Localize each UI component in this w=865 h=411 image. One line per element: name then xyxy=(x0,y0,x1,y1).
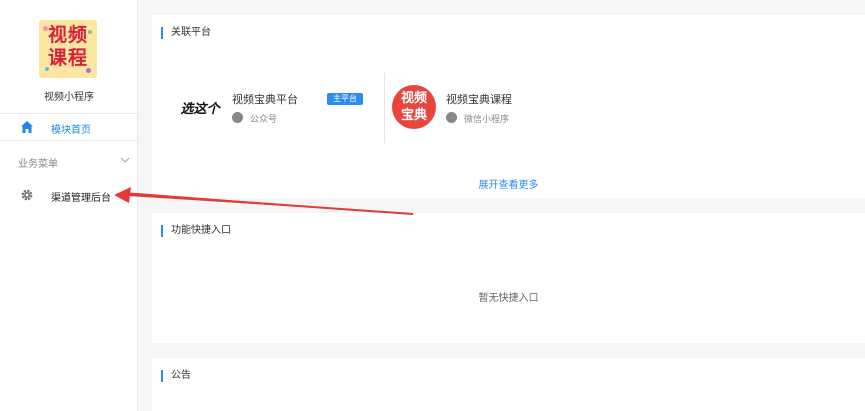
section-title: 关联平台 xyxy=(161,27,211,39)
platform-logo-text: 选这个 xyxy=(180,102,220,117)
nav-home[interactable]: 模块首页 xyxy=(0,113,138,141)
official-account-icon xyxy=(232,112,243,123)
app-logo: 视频课程 xyxy=(39,20,97,78)
linked-platforms-panel: 关联平台 选这个 视频宝典平台 主平台 公众号 视频宝典 视频宝典课程 微信小程… xyxy=(152,15,865,198)
platform-card[interactable]: 视频宝典 视频宝典课程 微信小程序 xyxy=(392,75,592,145)
section-title: 公告 xyxy=(161,370,191,382)
section-title: 功能快捷入口 xyxy=(161,225,231,237)
platform-name: 视频宝典平台 xyxy=(232,93,298,106)
platform-name: 视频宝典课程 xyxy=(446,93,512,106)
platform-logo: 视频宝典 xyxy=(392,85,436,129)
menu-item-channel-admin[interactable]: 渠道管理后台 xyxy=(0,183,138,209)
nav-home-label: 模块首页 xyxy=(51,125,91,136)
app-logo-text: 视频课程 xyxy=(48,24,89,69)
menu-group-business[interactable]: 业务菜单 xyxy=(0,150,138,172)
expand-more-link[interactable]: 展开查看更多 xyxy=(152,176,865,191)
menu-group-label: 业务菜单 xyxy=(18,159,58,170)
sidebar: 视频课程 视频小程序 模块首页 业务菜单 渠道管理后台 xyxy=(0,0,138,411)
empty-state-text: 暂无快捷入口 xyxy=(478,293,539,304)
platform-logo-text: 视频宝典 xyxy=(400,91,427,123)
divider xyxy=(384,73,385,143)
platform-logo: 选这个 xyxy=(178,85,222,129)
platform-type: 公众号 xyxy=(250,115,278,125)
platform-type: 微信小程序 xyxy=(464,115,510,125)
platform-card[interactable]: 选这个 视频宝典平台 主平台 公众号 xyxy=(178,75,383,145)
menu-item-label: 渠道管理后台 xyxy=(51,193,111,204)
notice-panel: 公告 xyxy=(152,358,865,411)
app-root: 视频课程 视频小程序 模块首页 业务菜单 渠道管理后台 关联平台 选这个 视频宝… xyxy=(0,0,865,411)
chevron-down-icon xyxy=(120,157,130,163)
main-platform-badge: 主平台 xyxy=(327,93,363,105)
shortcuts-panel: 功能快捷入口 暂无快捷入口 xyxy=(152,213,865,343)
app-name: 视频小程序 xyxy=(44,92,94,103)
mini-program-icon xyxy=(446,112,457,123)
gear-icon xyxy=(21,189,33,201)
home-icon xyxy=(21,121,33,133)
